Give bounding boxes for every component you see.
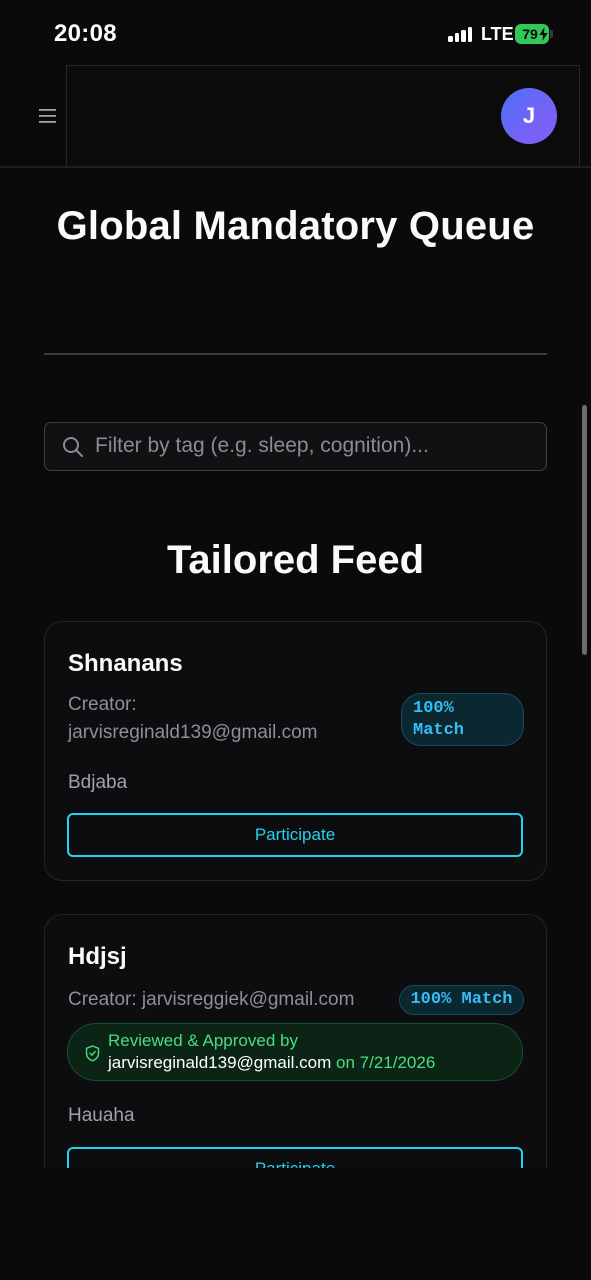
approval-badge: Reviewed & Approved by jarvisreginald139… [67, 1023, 523, 1081]
creator-email: jarvisreginald139@gmail.com [68, 722, 318, 743]
creator-label: Creator: [68, 989, 137, 1010]
study-card: Shnanans Creator: jarvisreginald139@gmai… [44, 621, 547, 881]
match-value: 100% [413, 699, 454, 718]
page-title: Global Mandatory Queue [56, 204, 535, 248]
clock: 20:08 [54, 20, 117, 47]
scrollbar[interactable] [582, 405, 587, 655]
match-badge: 100% Match [399, 985, 524, 1015]
study-card: Hdjsj Creator: jarvisreggiek@gmail.com 1… [44, 914, 547, 1168]
approval-prefix: Reviewed & Approved by [108, 1031, 298, 1050]
card-description: Bdjaba [68, 772, 128, 793]
status-bar: 20:08 LTE 79 [0, 0, 591, 66]
shield-check-icon [85, 1045, 100, 1062]
approver-email: jarvisreginald139@gmail.com [108, 1053, 332, 1072]
creator-email: jarvisreggiek@gmail.com [141, 989, 355, 1010]
network-type: LTE [481, 24, 514, 44]
section-divider [44, 353, 547, 355]
tag-filter-input[interactable] [95, 423, 535, 469]
match-word: Match [413, 721, 465, 740]
card-description: Hauaha [68, 1105, 135, 1126]
match-badge: 100% Match [401, 693, 524, 746]
header-divider [0, 166, 591, 168]
tag-filter [44, 422, 547, 471]
approval-date: 7/21/2026 [359, 1053, 436, 1072]
charging-bolt-icon [539, 27, 548, 41]
feed-title: Tailored Feed [166, 538, 425, 582]
card-title: Hdjsj [68, 943, 127, 970]
approval-on-word: on [335, 1053, 355, 1072]
cellular-signal-icon [448, 27, 474, 42]
card-creator: Creator: jarvisreggiek@gmail.com [68, 986, 354, 1014]
approval-detail: jarvisreginald139@gmail.com on 7/21/2026 [108, 1053, 435, 1073]
battery-icon: 79 [515, 24, 549, 44]
search-icon [63, 437, 83, 457]
card-title: Shnanans [68, 650, 183, 677]
user-avatar[interactable]: J [501, 88, 557, 144]
participate-button[interactable]: Participate [67, 1147, 523, 1168]
creator-label: Creator: [68, 694, 137, 715]
hamburger-menu-icon[interactable] [32, 100, 62, 132]
card-creator: Creator: jarvisreginald139@gmail.com [68, 691, 318, 747]
feed-list[interactable]: Shnanans Creator: jarvisreginald139@gmai… [0, 600, 591, 1168]
participate-button[interactable]: Participate [67, 813, 523, 857]
battery-cap [550, 30, 553, 38]
